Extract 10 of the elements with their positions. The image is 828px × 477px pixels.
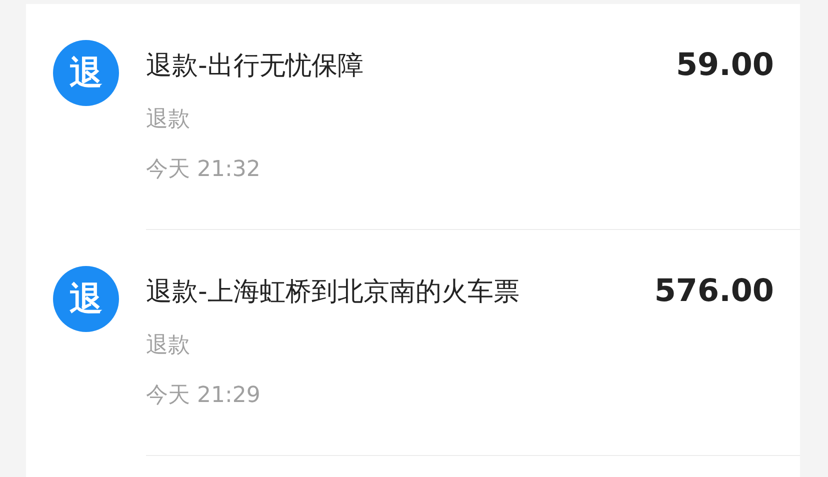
transaction-title: 退款-上海虹桥到北京南的火车票 — [146, 276, 520, 308]
transaction-type: 退款 — [146, 106, 191, 134]
amount: 59.00 — [676, 47, 774, 83]
transaction-title: 退款-出行无忧保障 — [146, 50, 364, 82]
transaction-type: 退款 — [146, 332, 191, 360]
refund-icon: 退 — [53, 266, 119, 332]
transaction-time: 今天 21:32 — [146, 156, 262, 184]
refund-icon: 退 — [53, 40, 119, 106]
amount: 576.00 — [654, 273, 774, 309]
transaction-time: 今天 21:29 — [146, 382, 262, 410]
